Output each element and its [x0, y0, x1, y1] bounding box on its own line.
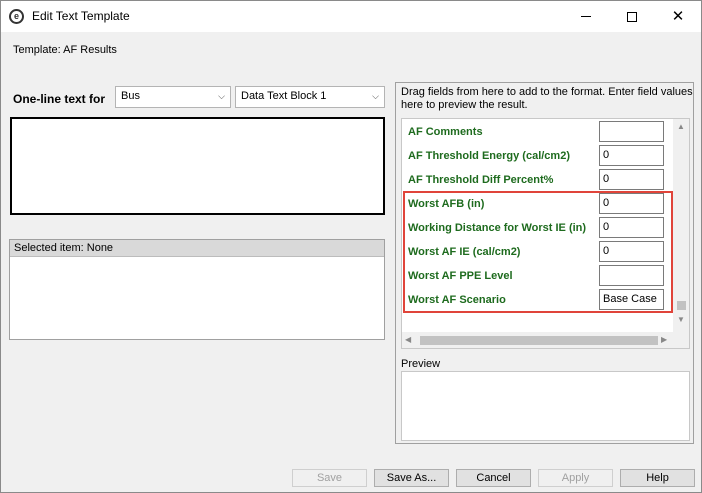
- scroll-right-icon[interactable]: ▶: [661, 335, 667, 344]
- field-value-input[interactable]: 0: [599, 217, 664, 238]
- preview-label: Preview: [401, 358, 441, 370]
- field-label[interactable]: AF Threshold Energy (cal/cm2): [408, 150, 570, 162]
- format-text-area[interactable]: [10, 117, 385, 215]
- help-button[interactable]: Help: [620, 469, 695, 487]
- text-block-value: Data Text Block 1: [241, 90, 327, 102]
- selected-item-panel[interactable]: Selected item: None: [9, 239, 385, 340]
- window-title: Edit Text Template: [32, 9, 130, 23]
- save-as-button[interactable]: Save As...: [374, 469, 449, 487]
- field-label[interactable]: Worst AFB (in): [408, 198, 484, 210]
- object-type-value: Bus: [121, 90, 140, 102]
- close-button[interactable]: ✕: [655, 1, 701, 32]
- template-name-label: Template: AF Results: [13, 44, 117, 56]
- scroll-down-icon[interactable]: ▼: [677, 315, 685, 324]
- scroll-left-icon[interactable]: ◀: [405, 335, 411, 344]
- maximize-icon: [627, 11, 637, 22]
- apply-button[interactable]: Apply: [538, 469, 613, 487]
- cancel-button[interactable]: Cancel: [456, 469, 531, 487]
- title-bar[interactable]: e Edit Text Template ✕: [1, 1, 701, 32]
- minimize-icon: [581, 16, 591, 17]
- edit-text-template-window: e Edit Text Template ✕ Template: AF Resu…: [0, 0, 702, 493]
- field-label[interactable]: Working Distance for Worst IE (in): [408, 222, 586, 234]
- scroll-up-icon[interactable]: ▲: [677, 122, 685, 131]
- field-row[interactable]: Working Distance for Worst IE (in) 0: [402, 216, 672, 240]
- field-value-input[interactable]: 0: [599, 169, 664, 190]
- field-row[interactable]: Worst AF Scenario Base Case: [402, 288, 672, 312]
- drag-instructions: Drag fields from here to add to the form…: [401, 86, 693, 111]
- horizontal-scrollbar[interactable]: ◀ ▶: [402, 332, 673, 348]
- minimize-button[interactable]: [563, 1, 609, 32]
- field-row[interactable]: Worst AF IE (cal/cm2) 0: [402, 240, 672, 264]
- field-value-input[interactable]: 0: [599, 145, 664, 166]
- field-value-input[interactable]: 0: [599, 193, 664, 214]
- field-value-input[interactable]: Base Case: [599, 289, 664, 310]
- selected-item-header: Selected item: None: [10, 240, 384, 257]
- vertical-scroll-thumb[interactable]: [677, 301, 686, 310]
- field-value-input[interactable]: [599, 121, 664, 142]
- field-label[interactable]: Worst AF IE (cal/cm2): [408, 246, 520, 258]
- scroll-corner: [673, 332, 689, 348]
- app-icon: e: [9, 9, 24, 24]
- field-label[interactable]: AF Threshold Diff Percent%: [408, 174, 553, 186]
- close-icon: ✕: [671, 8, 685, 25]
- object-type-select[interactable]: Bus ⌵: [115, 86, 231, 108]
- field-label[interactable]: AF Comments: [408, 126, 483, 138]
- field-row[interactable]: AF Threshold Energy (cal/cm2) 0: [402, 144, 672, 168]
- field-value-input[interactable]: 0: [599, 241, 664, 262]
- chevron-down-icon: ⌵: [372, 91, 379, 101]
- chevron-down-icon: ⌵: [218, 91, 225, 101]
- preview-box: [401, 371, 690, 441]
- oneline-text-label: One-line text for: [13, 92, 106, 106]
- maximize-button[interactable]: [609, 1, 655, 32]
- vertical-scrollbar[interactable]: ▲ ▼: [673, 119, 689, 332]
- field-row[interactable]: AF Threshold Diff Percent% 0: [402, 168, 672, 192]
- fields-panel: Drag fields from here to add to the form…: [395, 82, 694, 444]
- field-row[interactable]: Worst AFB (in) 0: [402, 192, 672, 216]
- field-value-input[interactable]: [599, 265, 664, 286]
- field-row[interactable]: AF Comments: [402, 120, 672, 144]
- field-row[interactable]: Worst AF PPE Level: [402, 264, 672, 288]
- field-label[interactable]: Worst AF Scenario: [408, 294, 506, 306]
- fields-list[interactable]: AF Comments AF Threshold Energy (cal/cm2…: [401, 118, 690, 349]
- save-button[interactable]: Save: [292, 469, 367, 487]
- field-label[interactable]: Worst AF PPE Level: [408, 270, 513, 282]
- horizontal-scroll-thumb[interactable]: [420, 336, 658, 345]
- text-block-select[interactable]: Data Text Block 1 ⌵: [235, 86, 385, 108]
